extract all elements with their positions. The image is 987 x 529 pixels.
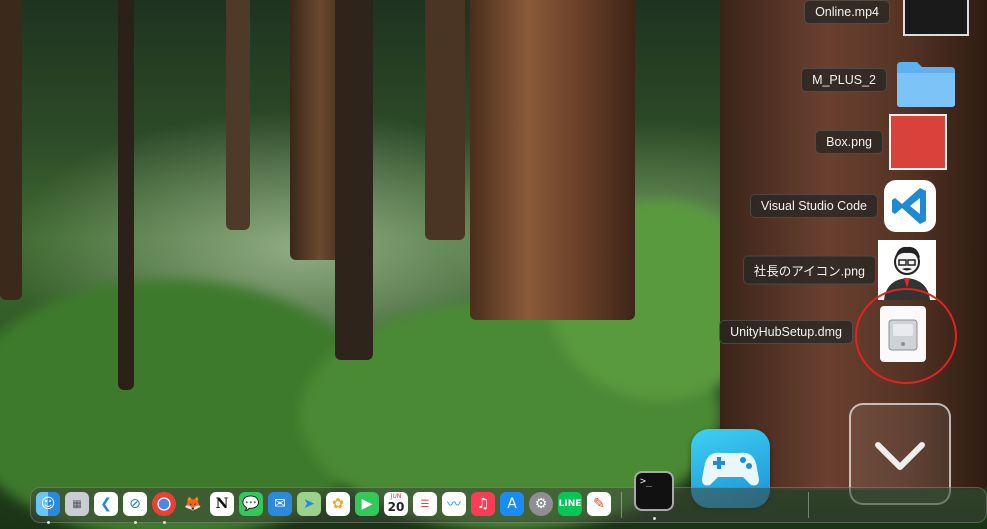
gimp-icon[interactable]: 🦊	[181, 492, 205, 516]
pencil-app-icon[interactable]: ✎	[587, 492, 611, 516]
stack-item-label: Visual Studio Code	[749, 194, 878, 218]
photos-icon[interactable]: ✿	[326, 492, 350, 516]
stack-item-box-image[interactable]: Box.png	[800, 112, 955, 172]
terminal-prompt: >_	[640, 476, 653, 487]
tree-trunk	[470, 0, 635, 320]
notion-icon[interactable]: N	[210, 492, 234, 516]
calendar-month: JUN	[390, 493, 402, 500]
stack-item-label: UnityHubSetup.dmg	[719, 320, 853, 344]
stack-item-label: M_PLUS_2	[801, 68, 887, 92]
music-icon[interactable]: ♫	[471, 492, 495, 516]
tree-trunk	[226, 0, 250, 230]
stack-item-label: Box.png	[815, 130, 883, 154]
running-indicator	[47, 521, 50, 524]
maps-icon[interactable]: ➤	[297, 492, 321, 516]
dock-separator	[808, 492, 809, 518]
video-thumbnail-icon	[903, 0, 969, 36]
running-indicator	[134, 521, 137, 524]
tree-trunk	[118, 0, 134, 390]
stack-item-folder[interactable]: M_PLUS_2	[790, 50, 965, 110]
stack-item-label: Online.mp4	[804, 0, 890, 24]
finder-icon[interactable]: ☺	[36, 492, 60, 516]
reminders-icon[interactable]: ☰	[413, 492, 437, 516]
system-settings-icon[interactable]: ⚙	[529, 492, 553, 516]
stocks-icon[interactable]: 〰	[442, 492, 466, 516]
vscode-icon	[884, 180, 936, 232]
tree-trunk	[335, 0, 373, 360]
running-indicator	[163, 521, 166, 524]
highlight-circle	[855, 288, 957, 384]
app-store-icon[interactable]: A	[500, 492, 524, 516]
dock-separator	[621, 492, 622, 518]
chrome-icon[interactable]	[152, 492, 176, 516]
launchpad-icon[interactable]: ▦	[65, 492, 89, 516]
stack-item-video[interactable]: Online.mp4	[780, 0, 970, 36]
folder-icon	[895, 58, 957, 108]
box-image-thumbnail	[889, 114, 947, 170]
mail-icon[interactable]: ✉	[268, 492, 292, 516]
vscode-icon[interactable]: ❮	[94, 492, 118, 516]
terminal-icon[interactable]: >_	[634, 471, 674, 511]
messages-icon[interactable]: 💬	[239, 492, 263, 516]
stack-item-label: 社長のアイコン.png	[742, 255, 876, 285]
calendar-icon[interactable]: JUN 20	[384, 492, 408, 516]
tree-trunk	[0, 0, 22, 300]
tree-trunk	[425, 0, 465, 240]
stack-item-vscode[interactable]: Visual Studio Code	[730, 178, 940, 234]
facetime-icon[interactable]: ▶	[355, 492, 379, 516]
line-icon[interactable]: LINE	[558, 492, 582, 516]
running-indicator	[653, 517, 656, 520]
safari-icon[interactable]: ⊘	[123, 492, 147, 516]
calendar-day: 20	[387, 500, 405, 514]
